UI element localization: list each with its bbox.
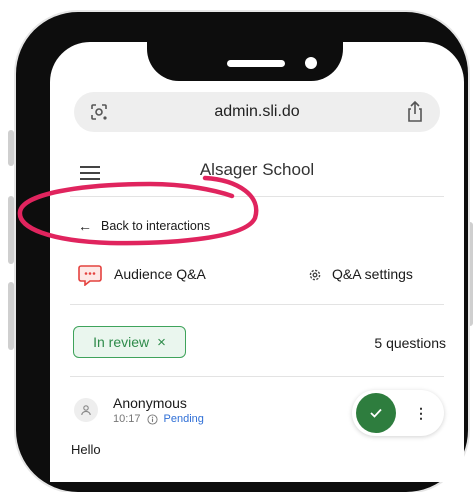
close-icon[interactable]: × — [157, 334, 166, 351]
camera — [305, 57, 317, 69]
list-divider — [70, 376, 444, 377]
phone-notch — [147, 24, 343, 81]
user-icon — [81, 405, 91, 416]
phone-side-button-volume-down — [8, 282, 14, 350]
status-badge: Pending — [163, 413, 204, 425]
question-meta: 10:17 Pending — [113, 413, 204, 425]
avatar — [74, 398, 98, 422]
back-link-label: Back to interactions — [101, 219, 211, 233]
filter-chip-in-review[interactable]: In review × — [73, 326, 186, 358]
phone-screen: admin.sli.do Alsager School ← Back to in… — [50, 42, 464, 482]
gear-icon[interactable] — [308, 268, 322, 282]
info-icon[interactable] — [146, 413, 158, 425]
back-to-interactions-link[interactable]: ← Back to interactions — [78, 218, 210, 234]
interaction-row: Audience Q&A Q&A settings — [78, 264, 430, 288]
filter-chip-label: In review — [93, 334, 150, 350]
phone-side-button-mute — [8, 130, 14, 166]
question-count: 5 questions — [374, 335, 446, 351]
qa-settings-button[interactable]: Q&A settings — [332, 266, 413, 282]
url-text[interactable]: admin.sli.do — [74, 103, 440, 121]
header-divider — [70, 196, 444, 197]
speaker — [227, 60, 285, 67]
section-divider — [70, 304, 444, 305]
approve-button[interactable] — [356, 393, 396, 433]
address-bar[interactable]: admin.sli.do — [74, 92, 440, 132]
more-options-button[interactable]: ⋮ — [414, 401, 428, 425]
share-icon[interactable] — [404, 100, 426, 124]
question-actions: ⋮ — [352, 390, 444, 436]
arrow-left-icon: ← — [78, 218, 92, 234]
interaction-title: Audience Q&A — [114, 266, 206, 282]
check-icon — [370, 408, 382, 418]
phone-side-button-volume-up — [8, 196, 14, 264]
question-time: 10:17 — [113, 413, 141, 425]
phone-frame: admin.sli.do Alsager School ← Back to in… — [16, 12, 468, 492]
question-author: Anonymous — [113, 395, 187, 411]
qa-bubble-icon — [78, 265, 102, 286]
page-title: Alsager School — [199, 160, 315, 179]
